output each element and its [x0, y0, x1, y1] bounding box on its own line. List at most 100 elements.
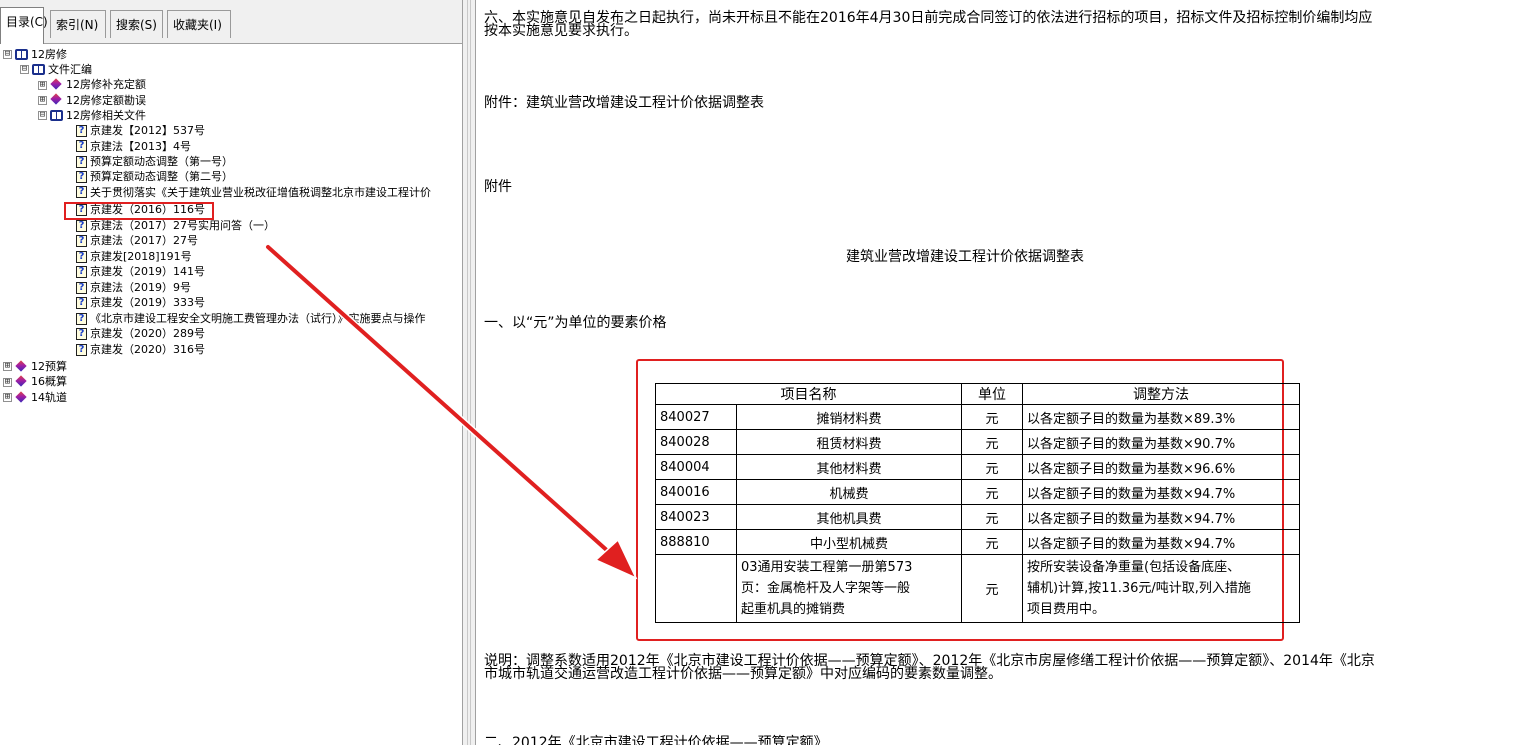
collapse-icon[interactable]: ⊟ [20, 65, 29, 75]
tree-node[interactable]: ⊞ 12房修定额勘误 [38, 93, 146, 108]
tree-node-label: 《北京市建设工程安全文明施工费管理办法（试行）》实施要点与操作 [90, 311, 426, 325]
tree-leaf[interactable]: ? 京建法（2017）27号 [76, 234, 198, 249]
book-open-icon [32, 64, 45, 76]
expand-icon[interactable]: ⊞ [3, 393, 12, 402]
tree-leaf[interactable]: ? 京建发（2019）141号 [76, 265, 205, 280]
cell-code: 840023 [655, 504, 737, 530]
book-open-icon [15, 49, 28, 60]
cell-method-line: 项目费用中。 [1027, 602, 1106, 617]
table-header-row: 项目名称 单位 调整方法 [655, 383, 1300, 405]
table-row: 840028 租赁材料费 元 以各定额子目的数量为基数×90.7% [655, 429, 1300, 455]
tree-leaf[interactable]: ? 京建发【2012】537号 [76, 124, 205, 139]
expand-icon[interactable]: ⊞ [38, 80, 47, 90]
tab-search[interactable]: 搜索(S) [110, 10, 163, 38]
cell-method: 以各定额子目的数量为基数×90.7% [1022, 429, 1300, 455]
tree-leaf[interactable]: ? 预算定额动态调整（第一号） [76, 154, 233, 169]
cell-method: 以各定额子目的数量为基数×89.3% [1022, 404, 1300, 430]
table-row: 840004 其他材料费 元 以各定额子目的数量为基数×96.6% [655, 454, 1300, 480]
tab-index[interactable]: 索引(N) [50, 10, 106, 38]
cell-name: 中小型机械费 [736, 529, 962, 555]
tree-leaf[interactable]: ? 关于贯彻落实《关于建筑业营业税改征增值税调整北京市建设工程计价 [76, 185, 456, 200]
tree-leaf[interactable]: ? 京建法【2013】4号 [76, 139, 191, 154]
tree-leaf[interactable]: ? 京建发（2019）333号 [76, 296, 205, 311]
tree-node-label: 京建发（2020）316号 [90, 342, 205, 356]
tree-node[interactable]: ⊞ 14轨道 [3, 390, 67, 405]
tree-node[interactable]: ⊞ 16概算 [3, 375, 67, 390]
table-title: 建筑业营改增建设工程计价依据调整表 [846, 249, 1084, 265]
tree-leaf[interactable]: ? 京建发（2020）316号 [76, 342, 205, 357]
cell-name: 其他材料费 [736, 454, 962, 480]
help-page-icon: ? [76, 328, 87, 340]
cell-unit: 元 [961, 554, 1023, 623]
cell-method: 以各定额子目的数量为基数×96.6% [1022, 454, 1300, 480]
cell-unit: 元 [961, 504, 1023, 530]
cell-name: 其他机具费 [736, 504, 962, 530]
tree-node-label: 预算定额动态调整（第一号） [90, 154, 233, 168]
expand-icon[interactable]: ⊞ [38, 95, 47, 105]
tree-leaf[interactable]: ? 京建法（2017）27号实用问答（一） [76, 218, 275, 233]
tree-node-label: 京建发（2019）333号 [90, 296, 205, 310]
book-open-icon [50, 110, 63, 122]
collapse-icon[interactable]: ⊟ [3, 50, 12, 59]
tree-node[interactable]: ⊞ 12预算 [3, 359, 67, 374]
adjustment-table: 项目名称 单位 调整方法 840027 摊销材料费 元 以各定额子目的数量为基数… [655, 383, 1300, 623]
collapse-icon[interactable]: ⊟ [38, 111, 47, 121]
help-page-icon: ? [76, 266, 87, 278]
tree-node-label: 京建发（2019）141号 [90, 265, 205, 279]
tree-node-label: 文件汇编 [48, 63, 92, 77]
cell-code [655, 554, 737, 623]
tree-leaf[interactable]: ? 预算定额动态调整（第二号） [76, 169, 233, 184]
cell-method-line: 按所安装设备净重量(包括设备底座、 [1027, 560, 1241, 575]
help-page-icon: ? [76, 170, 87, 183]
help-page-icon: ? [76, 312, 87, 325]
navigation-pane: 目录(C) 索引(N) 搜索(S) 收藏夹(I) ⊟ 12房修 ⊟ 文件汇编 ⊞… [0, 0, 462, 745]
book-closed-icon [15, 361, 27, 373]
tree-node-label: 京建法（2019）9号 [90, 280, 191, 294]
table-row: 888810 中小型机械费 元 以各定额子目的数量为基数×94.7% [655, 529, 1300, 555]
cell-unit: 元 [961, 404, 1023, 430]
tree-node[interactable]: ⊟ 12房修相关文件 [38, 108, 146, 123]
tab-contents[interactable]: 目录(C) [0, 7, 48, 44]
table-row: 03通用安装工程第一册第573 页：金属桅杆及人字架等一般 起重机具的摊销费 元… [655, 554, 1300, 623]
header-method: 调整方法 [1022, 383, 1300, 405]
tab-favorites[interactable]: 收藏夹(I) [167, 10, 231, 38]
table-row: 840023 其他机具费 元 以各定额子目的数量为基数×94.7% [655, 504, 1300, 530]
tree-node-label: 预算定额动态调整（第二号） [90, 170, 233, 184]
tree-leaf[interactable]: ? 《北京市建设工程安全文明施工费管理办法（试行）》实施要点与操作 [76, 311, 456, 326]
pane-splitter[interactable] [462, 0, 476, 745]
cell-name: 摊销材料费 [736, 404, 962, 430]
doc-paragraph: 按本实施意见要求执行。 [484, 23, 638, 39]
tree-node-label: 12预算 [31, 359, 67, 373]
section-heading: 二、2012年《北京市建设工程计价依据——预算定额》 [484, 735, 828, 745]
tree-leaf[interactable]: ? 京建法（2019）9号 [76, 280, 191, 295]
tree-node[interactable]: ⊞ 12房修补充定额 [38, 78, 146, 93]
tree-node-label: 京建发【2012】537号 [90, 124, 205, 138]
doc-note: 市城市轨道交通运营改造工程计价依据——预算定额》中对应编码的要素数量调整。 [484, 666, 1002, 682]
cell-unit: 元 [961, 529, 1023, 555]
table-row: 840016 机械费 元 以各定额子目的数量为基数×94.7% [655, 479, 1300, 505]
cell-name: 租赁材料费 [736, 429, 962, 455]
cell-method: 以各定额子目的数量为基数×94.7% [1022, 529, 1300, 555]
expand-icon[interactable]: ⊞ [3, 362, 12, 371]
tree-node[interactable]: ⊟ 文件汇编 [20, 62, 92, 77]
cell-unit: 元 [961, 454, 1023, 480]
help-page-icon: ? [76, 343, 87, 356]
tree-node[interactable]: ⊟ 12房修 [3, 47, 67, 62]
header-unit: 单位 [961, 383, 1023, 405]
book-closed-icon [50, 94, 62, 106]
tree-leaf[interactable]: ? 京建发（2020）289号 [76, 327, 205, 342]
cell-method: 按所安装设备净重量(包括设备底座、 辅机)计算,按11.36元/吨计取,列入措施… [1022, 554, 1300, 623]
selection-highlight-box [64, 202, 214, 220]
tree-node-label: 16概算 [31, 375, 67, 389]
help-page-icon: ? [76, 219, 87, 232]
expand-icon[interactable]: ⊞ [3, 377, 12, 387]
tree-leaf[interactable]: ? 京建发[2018]191号 [76, 249, 192, 264]
tree-node-label: 12房修定额勘误 [66, 93, 146, 107]
tree-node-label: 京建发[2018]191号 [90, 249, 192, 263]
attachment-label: 附件 [484, 179, 512, 195]
attachment-reference: 附件：建筑业营改增建设工程计价依据调整表 [484, 95, 764, 111]
table-row: 840027 摊销材料费 元 以各定额子目的数量为基数×89.3% [655, 404, 1300, 430]
cell-name: 03通用安装工程第一册第573 页：金属桅杆及人字架等一般 起重机具的摊销费 [736, 554, 962, 623]
book-closed-icon [15, 392, 27, 404]
cell-unit: 元 [961, 479, 1023, 505]
